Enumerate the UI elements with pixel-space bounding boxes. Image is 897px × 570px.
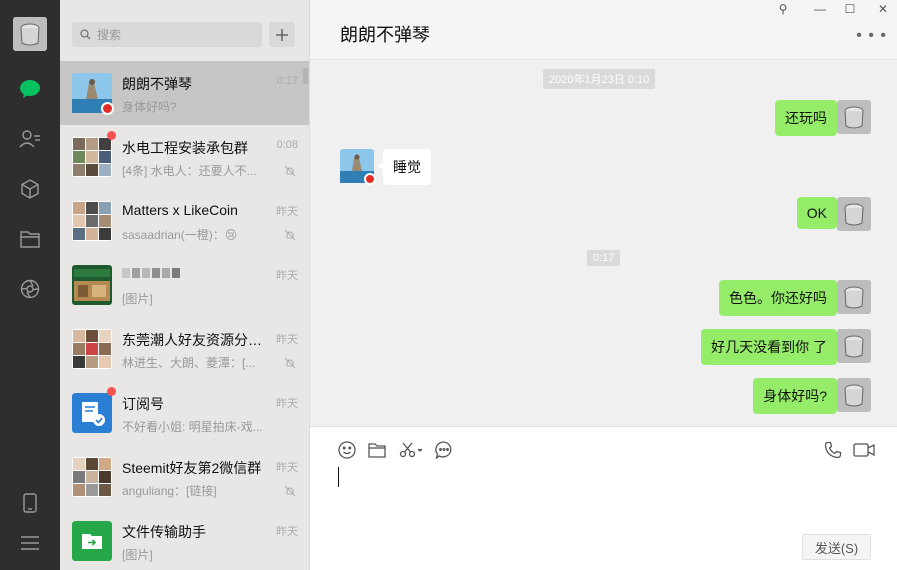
emoji-icon[interactable]	[336, 439, 358, 461]
scrollbar[interactable]	[303, 68, 308, 84]
chat-preview: 林进生、大朗、菱潭：[...	[122, 356, 256, 370]
chat-history-icon[interactable]	[433, 439, 455, 461]
send-button[interactable]: 发送(S)	[802, 534, 871, 560]
chat-preview: sasaadrian(一橙)：😢	[122, 228, 238, 242]
chat-time: 昨天	[276, 334, 298, 346]
group-avatar	[72, 457, 112, 497]
voice-call-icon[interactable]	[822, 439, 844, 461]
moments-icon[interactable]	[18, 277, 42, 301]
chat-item[interactable]: 订阅号 不好看小姐: 明星拍床-戏... 昨天	[60, 381, 309, 445]
search-input[interactable]	[97, 27, 247, 42]
my-message-avatar	[837, 197, 871, 231]
pin-button[interactable]: ⚲	[773, 2, 793, 16]
chat-list: 朗朗不弹琴 身体好吗? 0:17 水电工程安装承包群 [4条] 水电人：还要人不…	[60, 0, 310, 570]
search-box[interactable]	[72, 22, 262, 47]
phone-icon[interactable]	[18, 491, 42, 515]
conversation-title: 朗朗不弹琴	[340, 25, 430, 45]
chat-time: 昨天	[276, 462, 298, 474]
chat-preview: [图片]	[122, 548, 153, 562]
timestamp: 2020年1月23日 0:10	[543, 69, 656, 89]
timestamp: 0:17	[587, 250, 621, 266]
message-bubble-sent[interactable]: OK	[796, 197, 843, 229]
chat-preview: [4条] 水电人：还要人不...	[122, 164, 257, 178]
minimize-button[interactable]: —	[810, 2, 830, 16]
chat-name: Matters x LikeCoin	[122, 202, 238, 218]
chat-time: 昨天	[276, 270, 298, 282]
file-transfer-icon	[72, 521, 112, 561]
chat-name-redacted	[122, 266, 272, 283]
mute-icon	[284, 357, 296, 369]
chat-item[interactable]: 文件传输助手 [图片] 昨天	[60, 509, 309, 570]
chat-panel: ⚲ — ☐ ✕ 朗朗不弹琴 • • • 2020年1月23日 0:10 还玩吗 …	[310, 0, 897, 570]
maximize-button[interactable]: ☐	[840, 2, 860, 16]
chat-name: 东莞潮人好友资源分享...	[122, 332, 272, 348]
chat-name: Steemit好友第2微信群	[122, 460, 262, 476]
message-bubble-received[interactable]: 睡觉	[378, 149, 431, 185]
chat-item[interactable]: 东莞潮人好友资源分享... 林进生、大朗、菱潭：[... 昨天	[60, 317, 309, 381]
chat-item[interactable]: 水电工程安装承包群 [4条] 水电人：还要人不... 0:08	[60, 125, 309, 189]
avatar	[72, 265, 112, 305]
contact-avatar[interactable]	[340, 149, 376, 185]
chat-preview: 身体好吗?	[122, 100, 177, 114]
close-button[interactable]: ✕	[873, 2, 893, 16]
chat-preview: 不好看小姐: 明星拍床-戏...	[122, 420, 263, 434]
chat-item[interactable]: Matters x LikeCoin sasaadrian(一橙)：😢 昨天	[60, 189, 309, 253]
menu-icon[interactable]	[18, 531, 42, 555]
screenshot-icon[interactable]	[398, 439, 424, 461]
contacts-icon[interactable]	[18, 127, 42, 151]
my-message-avatar	[837, 100, 871, 134]
chat-preview: anguliang：[链接]	[122, 484, 217, 498]
chat-name: 水电工程安装承包群	[122, 140, 248, 156]
search-icon	[80, 29, 91, 40]
chat-time: 0:08	[276, 139, 298, 151]
subscription-icon	[72, 393, 112, 433]
avatar	[72, 73, 114, 115]
chat-item[interactable]: Steemit好友第2微信群 anguliang：[链接] 昨天	[60, 445, 309, 509]
my-message-avatar	[837, 378, 871, 412]
chat-time: 0:17	[276, 75, 298, 87]
my-message-avatar	[837, 329, 871, 363]
favorites-icon[interactable]	[18, 177, 42, 201]
more-options-button[interactable]: • • •	[856, 27, 887, 45]
file-icon[interactable]	[366, 439, 388, 461]
message-area[interactable]: 2020年1月23日 0:10 还玩吗 睡觉 OK 0:17 色色。你还好吗 好…	[310, 60, 897, 426]
message-bubble-sent[interactable]: 身体好吗?	[753, 378, 842, 414]
message-bubble-sent[interactable]: 好几天没看到你 了	[701, 329, 842, 365]
message-input-area[interactable]: 发送(S)	[310, 426, 897, 570]
unread-badge	[107, 131, 116, 140]
my-avatar[interactable]	[13, 17, 47, 51]
mute-icon	[284, 165, 296, 177]
chat-time: 昨天	[276, 526, 298, 538]
chat-time: 昨天	[276, 398, 298, 410]
chat-name: 文件传输助手	[122, 524, 206, 540]
video-call-icon[interactable]	[852, 439, 876, 461]
text-cursor	[338, 467, 339, 487]
chat-time: 昨天	[276, 206, 298, 218]
chat-item[interactable]: 朗朗不弹琴 身体好吗? 0:17	[60, 61, 309, 125]
folder-icon[interactable]	[18, 227, 42, 251]
chat-icon[interactable]	[18, 77, 42, 101]
mute-icon	[284, 229, 296, 241]
add-chat-button[interactable]	[269, 22, 295, 47]
plus-icon	[276, 28, 288, 41]
chat-name: 订阅号	[122, 396, 164, 412]
message-bubble-sent[interactable]: 还玩吗	[775, 100, 842, 136]
nav-rail	[0, 0, 60, 570]
message-bubble-sent[interactable]: 色色。你还好吗	[719, 280, 842, 316]
chat-name: 朗朗不弹琴	[122, 76, 192, 92]
mute-icon	[284, 485, 296, 497]
chat-preview: [图片]	[122, 292, 153, 306]
group-avatar	[72, 137, 112, 177]
my-message-avatar	[837, 280, 871, 314]
unread-badge	[107, 387, 116, 396]
chat-item[interactable]: [图片] 昨天	[60, 253, 309, 317]
group-avatar	[72, 201, 112, 241]
group-avatar	[72, 329, 112, 369]
